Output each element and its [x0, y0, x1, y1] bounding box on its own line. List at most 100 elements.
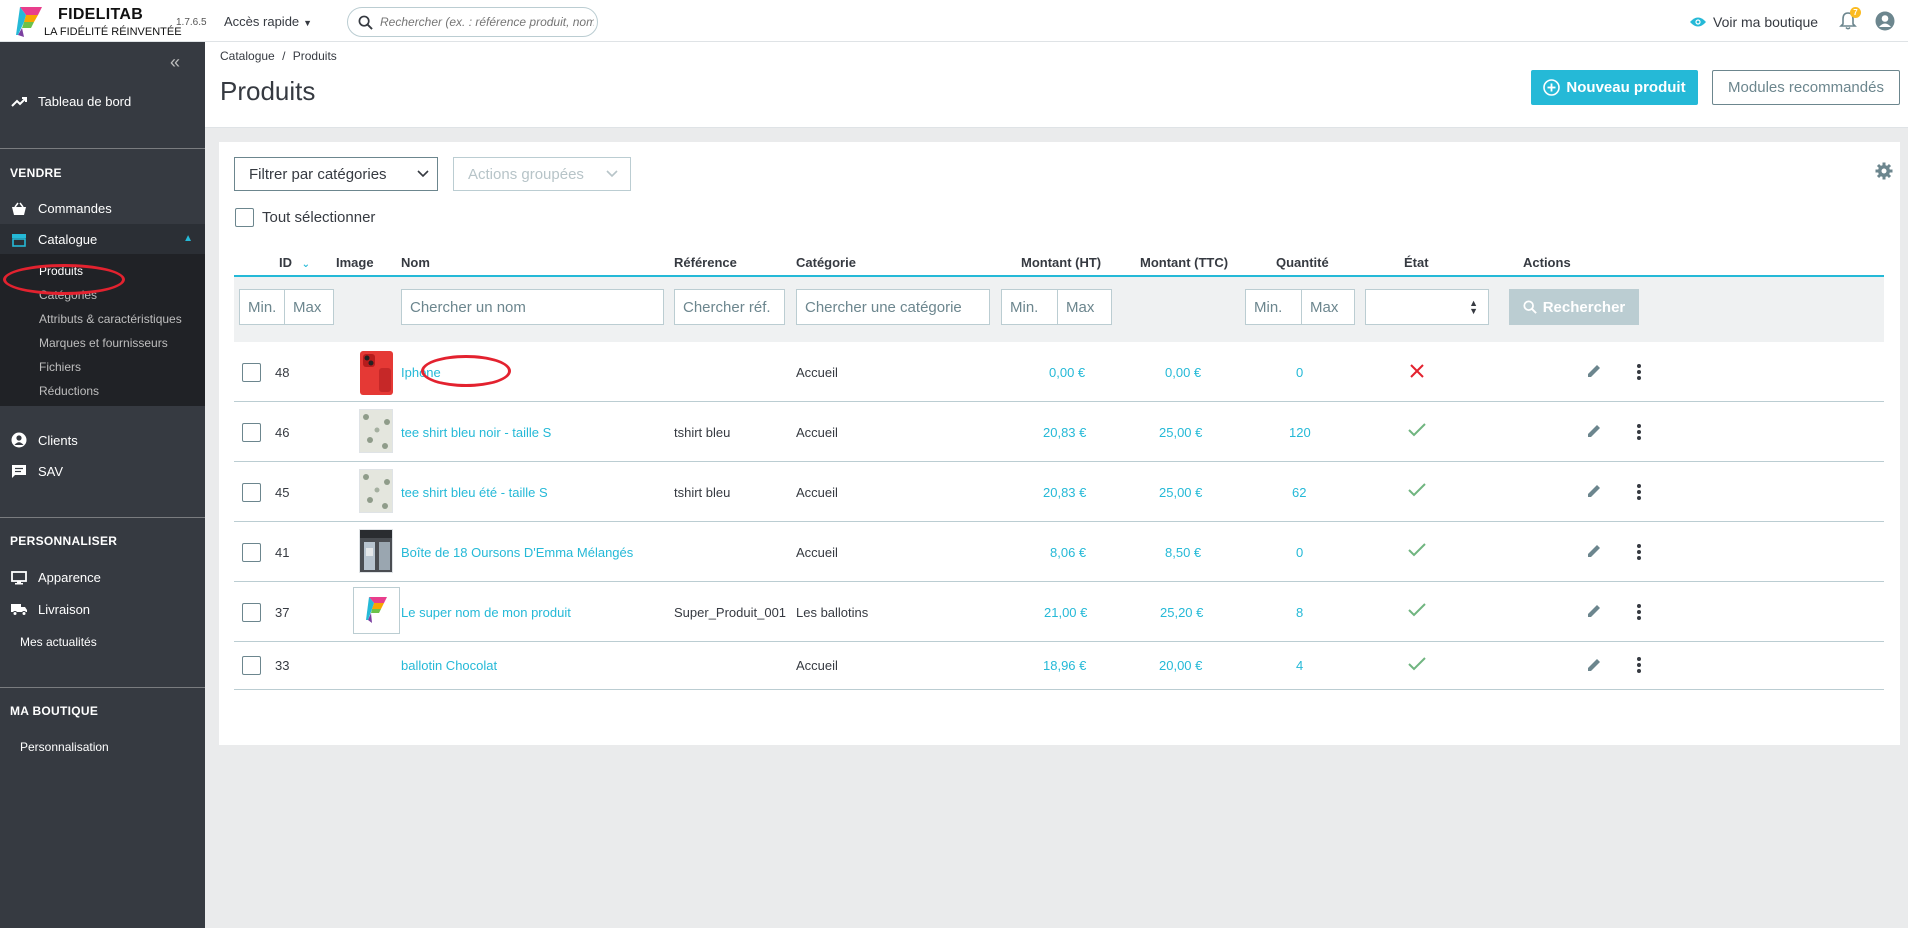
table-row[interactable]: 33 ballotin Chocolat Accueil 18,96 € 20,…	[234, 642, 1884, 690]
product-name-link[interactable]: Le super nom de mon produit	[401, 605, 571, 620]
product-thumbnail[interactable]	[359, 529, 393, 573]
edit-pencil-icon[interactable]	[1586, 483, 1602, 499]
row-checkbox[interactable]	[242, 656, 261, 675]
product-quantity[interactable]: 4	[1296, 658, 1303, 673]
row-checkbox[interactable]	[242, 543, 261, 562]
sidebar-item-news[interactable]: Mes actualités	[20, 635, 97, 649]
row-checkbox[interactable]	[242, 423, 261, 442]
recommended-modules-button[interactable]: Modules recommandés	[1712, 70, 1900, 105]
sidebar-item-clients[interactable]: Clients	[10, 432, 78, 448]
quantity-max-input[interactable]: Max	[1301, 289, 1355, 325]
row-checkbox[interactable]	[242, 603, 261, 622]
product-thumbnail[interactable]	[353, 587, 400, 634]
notification-badge: 7	[1850, 7, 1861, 18]
product-price-ht[interactable]: 20,83 €	[1043, 425, 1086, 440]
filter-categories-button[interactable]: Filtrer par catégories	[234, 157, 438, 191]
edit-pencil-icon[interactable]	[1586, 603, 1602, 619]
product-quantity[interactable]: 62	[1292, 485, 1306, 500]
id-max-input[interactable]: Max	[284, 289, 334, 325]
more-vertical-icon[interactable]	[1636, 656, 1642, 674]
sidebar-item-orders[interactable]: Commandes	[10, 201, 112, 216]
more-vertical-icon[interactable]	[1636, 483, 1642, 501]
collapse-sidebar-icon[interactable]: «	[170, 52, 180, 73]
sidebar-subitem-attributes[interactable]: Attributs & caractéristiques	[39, 312, 182, 326]
sidebar-item-shipping[interactable]: Livraison	[10, 602, 90, 617]
price-min-input[interactable]: Min.	[1001, 289, 1065, 325]
search-button[interactable]: Rechercher	[1509, 289, 1639, 325]
status-active-icon[interactable]	[1408, 423, 1426, 437]
product-quantity[interactable]: 0	[1296, 545, 1303, 560]
table-row[interactable]: 41 Boîte de 18 Oursons D'Emma Mélangés A…	[234, 522, 1884, 582]
product-quantity[interactable]: 120	[1289, 425, 1311, 440]
column-header-category[interactable]: Catégorie	[796, 255, 856, 270]
product-price-ht[interactable]: 18,96 €	[1043, 658, 1086, 673]
column-header-status[interactable]: État	[1404, 255, 1429, 270]
user-account-icon[interactable]	[1875, 11, 1895, 31]
id-min-input[interactable]: Min.	[239, 289, 289, 325]
product-reference: tshirt bleu	[674, 485, 731, 500]
select-all-checkbox[interactable]	[235, 208, 254, 227]
status-active-icon[interactable]	[1408, 543, 1426, 557]
sidebar-subitem-files[interactable]: Fichiers	[39, 360, 81, 374]
more-vertical-icon[interactable]	[1636, 603, 1642, 621]
product-price-ht[interactable]: 0,00 €	[1049, 365, 1085, 380]
sidebar-item-sav[interactable]: SAV	[10, 464, 63, 479]
more-vertical-icon[interactable]	[1636, 423, 1642, 441]
sidebar-item-appearance[interactable]: Apparence	[10, 570, 101, 585]
select-all[interactable]: Tout sélectionner	[235, 208, 375, 227]
header-search-input[interactable]	[380, 12, 594, 32]
product-name-link[interactable]: ballotin Chocolat	[401, 658, 497, 673]
product-price-ht[interactable]: 20,83 €	[1043, 485, 1086, 500]
column-header-id[interactable]: ID ⌄	[279, 255, 310, 270]
sidebar-subitem-discounts[interactable]: Réductions	[39, 384, 99, 398]
product-price-ht[interactable]: 8,06 €	[1050, 545, 1086, 560]
product-name-link[interactable]: tee shirt bleu été - taille S	[401, 485, 548, 500]
edit-pencil-icon[interactable]	[1586, 657, 1602, 673]
table-row[interactable]: 46 tee shirt bleu noir - taille S tshirt…	[234, 402, 1884, 462]
status-active-icon[interactable]	[1408, 657, 1426, 671]
status-select[interactable]: ▲ ▼	[1365, 289, 1489, 325]
more-vertical-icon[interactable]	[1636, 543, 1642, 561]
more-vertical-icon[interactable]	[1636, 363, 1642, 381]
product-thumbnail[interactable]	[359, 350, 394, 396]
quick-access-dropdown[interactable]: Accès rapide ▼	[224, 14, 312, 29]
reference-search-input[interactable]: Chercher réf.	[674, 289, 785, 325]
product-name-link[interactable]: Boîte de 18 Oursons D'Emma Mélangés	[401, 545, 633, 560]
product-quantity[interactable]: 0	[1296, 365, 1303, 380]
table-row[interactable]: 45 tee shirt bleu été - taille S tshirt …	[234, 462, 1884, 522]
view-shop-link[interactable]: Voir ma boutique	[1689, 14, 1818, 30]
status-inactive-icon[interactable]	[1409, 363, 1425, 379]
sidebar-item-catalogue[interactable]: Catalogue ▲	[0, 224, 205, 254]
column-header-quantity[interactable]: Quantité	[1276, 255, 1329, 270]
edit-pencil-icon[interactable]	[1586, 543, 1602, 559]
price-max-input[interactable]: Max	[1057, 289, 1112, 325]
breadcrumb-catalogue[interactable]: Catalogue	[220, 49, 275, 63]
sidebar-item-personalization[interactable]: Personnalisation	[20, 740, 109, 754]
product-thumbnail[interactable]	[359, 409, 393, 453]
category-search-input[interactable]: Chercher une catégorie	[796, 289, 990, 325]
product-thumbnail[interactable]	[359, 469, 393, 513]
product-price-ht[interactable]: 21,00 €	[1044, 605, 1087, 620]
sidebar-item-dashboard[interactable]: Tableau de bord	[10, 94, 131, 109]
row-checkbox[interactable]	[242, 363, 261, 382]
product-name-link[interactable]: tee shirt bleu noir - taille S	[401, 425, 551, 440]
status-active-icon[interactable]	[1408, 483, 1426, 497]
table-row[interactable]: 37 Le super nom de mon produit Super_Pro…	[234, 582, 1884, 642]
new-product-button[interactable]: Nouveau produit	[1531, 70, 1698, 105]
quantity-min-input[interactable]: Min.	[1245, 289, 1309, 325]
sidebar-subitem-brands[interactable]: Marques et fournisseurs	[39, 336, 168, 350]
product-quantity[interactable]: 8	[1296, 605, 1303, 620]
column-header-reference[interactable]: Référence	[674, 255, 737, 270]
name-search-input[interactable]: Chercher un nom	[401, 289, 664, 325]
column-header-price-ttc[interactable]: Montant (TTC)	[1140, 255, 1228, 270]
header-search[interactable]	[347, 7, 598, 37]
status-active-icon[interactable]	[1408, 603, 1426, 617]
edit-pencil-icon[interactable]	[1586, 363, 1602, 379]
grouped-actions-button[interactable]: Actions groupées	[453, 157, 631, 191]
column-header-price-ht[interactable]: Montant (HT)	[1021, 255, 1101, 270]
column-header-name[interactable]: Nom	[401, 255, 430, 270]
gear-icon[interactable]	[1875, 162, 1893, 180]
edit-pencil-icon[interactable]	[1586, 423, 1602, 439]
row-checkbox[interactable]	[242, 483, 261, 502]
section-title-customize: PERSONNALISER	[10, 534, 118, 548]
